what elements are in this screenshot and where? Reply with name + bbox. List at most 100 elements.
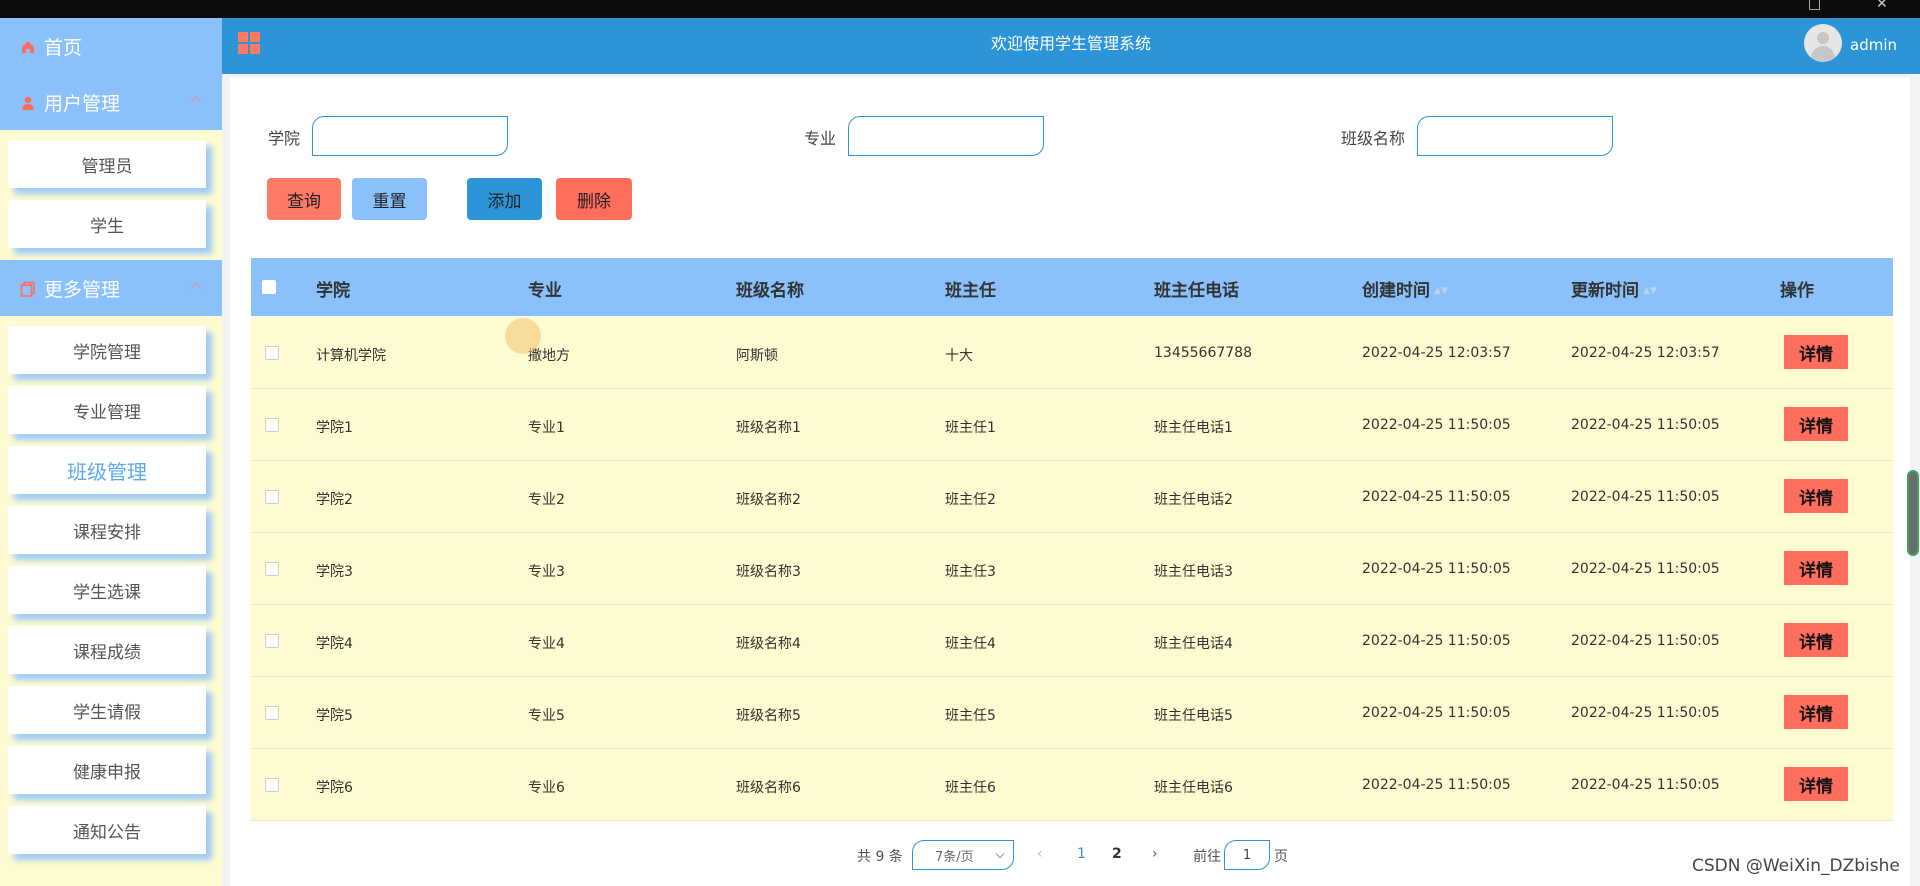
sidebar-home[interactable]: 首页 — [0, 18, 222, 74]
avatar[interactable] — [1804, 24, 1842, 62]
total-count: 共 9 条 — [857, 849, 903, 865]
class-name-cell: 班级名称6 — [736, 780, 801, 796]
page-1[interactable]: 1 — [1077, 846, 1086, 862]
detail-button[interactable]: 详情 — [1784, 623, 1848, 657]
column-header-label: 创建时间 — [1362, 281, 1430, 301]
search-button[interactable]: 查询 — [267, 178, 341, 220]
sidebar-item-admin[interactable]: 管理员 — [8, 140, 206, 188]
updated-time-cell: 2022-04-25 11:50:05 — [1571, 489, 1720, 505]
table-row: 计算机学院 撒地方 阿斯顿 十大 13455667788 2022-04-25 12:03… — [251, 317, 1893, 389]
sidebar-group-user-management[interactable]: 用户管理 — [0, 74, 222, 130]
delete-button[interactable]: 删除 — [556, 178, 632, 220]
major-filter-label: 专业 — [804, 129, 837, 148]
column-header: 班主任 — [945, 281, 996, 301]
detail-button[interactable]: 详情 — [1784, 479, 1848, 513]
detail-button[interactable]: 详情 — [1784, 551, 1848, 585]
chevron-left-icon[interactable]: ‹ — [1037, 846, 1043, 862]
sidebar-item-notice[interactable]: 通知公告 — [8, 806, 206, 854]
teacher-phone-cell: 班主任电话1 — [1154, 420, 1233, 436]
row-checkbox[interactable] — [265, 490, 279, 504]
teacher-phone-cell: 班主任电话3 — [1154, 564, 1233, 580]
college-cell: 学院4 — [316, 636, 353, 652]
row-checkbox[interactable] — [265, 706, 279, 720]
chevron-up-icon — [190, 282, 202, 294]
created-time-cell: 2022-04-25 12:03:57 — [1362, 345, 1511, 361]
sidebar-item-leave[interactable]: 学生请假 — [8, 686, 206, 734]
teacher-cell: 班主任2 — [945, 492, 996, 508]
table-header: 学院 专业 班级名称 班主任 班主任电话 创建时间 ▲▼ 更新时间 ▲▼ 操作 — [251, 258, 1893, 316]
user-icon — [20, 94, 36, 110]
college-input[interactable] — [312, 116, 508, 156]
created-time-cell: 2022-04-25 11:50:05 — [1362, 633, 1511, 649]
teacher-phone-cell: 班主任电话4 — [1154, 636, 1233, 652]
scrollbar-thumb[interactable] — [1907, 470, 1919, 556]
detail-button[interactable]: 详情 — [1784, 407, 1848, 441]
row-checkbox[interactable] — [265, 778, 279, 792]
updated-time-cell: 2022-04-25 11:50:05 — [1571, 561, 1720, 577]
class-name-cell: 阿斯顿 — [736, 348, 778, 364]
major-cell: 专业1 — [528, 420, 565, 436]
page-size-select[interactable]: 7条/页 — [912, 840, 1014, 870]
column-header: 专业 — [528, 281, 562, 301]
column-header: 操作 — [1780, 281, 1814, 301]
sidebar-item-health[interactable]: 健康申报 — [8, 746, 206, 794]
major-cell: 专业6 — [528, 780, 565, 796]
column-header-updated[interactable]: 更新时间 ▲▼ — [1571, 276, 1657, 301]
column-header-label: 更新时间 — [1571, 281, 1639, 301]
created-time-cell: 2022-04-25 11:50:05 — [1362, 489, 1511, 505]
restore-icon[interactable]: □ — [1808, 0, 1821, 11]
created-time-cell: 2022-04-25 11:50:05 — [1362, 417, 1511, 433]
updated-time-cell: 2022-04-25 11:50:05 — [1571, 633, 1720, 649]
row-checkbox[interactable] — [265, 346, 279, 360]
detail-button[interactable]: 详情 — [1784, 767, 1848, 801]
goto-label: 前往 — [1193, 849, 1221, 865]
username[interactable]: admin — [1850, 36, 1897, 54]
sidebar-item-college[interactable]: 学院管理 — [8, 326, 206, 374]
column-header-created[interactable]: 创建时间 ▲▼ — [1362, 276, 1448, 301]
table-row: 学院4 专业4 班级名称4 班主任4 班主任电话4 2022-04-25 11:50:05… — [251, 605, 1893, 677]
page-2[interactable]: 2 — [1112, 846, 1122, 862]
class-name-cell: 班级名称4 — [736, 636, 801, 652]
sidebar-item-class[interactable]: 班级管理 — [8, 446, 206, 494]
sidebar-item-major[interactable]: 专业管理 — [8, 386, 206, 434]
sidebar-item-student[interactable]: 学生 — [8, 200, 206, 248]
major-cell: 专业2 — [528, 492, 565, 508]
row-checkbox[interactable] — [265, 418, 279, 432]
row-checkbox[interactable] — [265, 562, 279, 576]
college-filter-label: 学院 — [268, 129, 301, 148]
sidebar-item-course-schedule[interactable]: 课程安排 — [8, 506, 206, 554]
updated-time-cell: 2022-04-25 11:50:05 — [1571, 417, 1720, 433]
detail-button[interactable]: 详情 — [1784, 335, 1848, 369]
sidebar-item-course-selection[interactable]: 学生选课 — [8, 566, 206, 614]
sort-icon[interactable]: ▲▼ — [1434, 286, 1448, 296]
chevron-up-icon — [190, 96, 202, 108]
college-cell: 学院3 — [316, 564, 353, 580]
cursor-highlight — [505, 318, 541, 354]
class-name-cell: 班级名称2 — [736, 492, 801, 508]
goto-page-input[interactable]: 1 — [1224, 840, 1270, 870]
major-cell: 专业3 — [528, 564, 565, 580]
college-cell: 学院5 — [316, 708, 353, 724]
page-title: 欢迎使用学生管理系统 — [990, 34, 1151, 53]
row-checkbox[interactable] — [265, 634, 279, 648]
teacher-phone-cell: 班主任电话6 — [1154, 780, 1233, 796]
add-button[interactable]: 添加 — [467, 178, 542, 220]
major-input[interactable] — [848, 116, 1044, 156]
detail-button[interactable]: 详情 — [1784, 695, 1848, 729]
teacher-phone-cell: 班主任电话2 — [1154, 492, 1233, 508]
chevron-right-icon[interactable]: › — [1152, 846, 1158, 862]
teacher-phone-cell: 班主任电话5 — [1154, 708, 1233, 724]
sidebar-group-more-management[interactable]: 更多管理 — [0, 260, 222, 316]
close-icon[interactable]: ✕ — [1876, 0, 1888, 11]
sidebar-home-label: 首页 — [44, 36, 83, 59]
sidebar-group-label: 更多管理 — [44, 278, 121, 301]
sort-icon[interactable]: ▲▼ — [1643, 286, 1657, 296]
sidebar-item-grades[interactable]: 课程成绩 — [8, 626, 206, 674]
reset-button[interactable]: 重置 — [352, 178, 427, 220]
teacher-cell: 班主任1 — [945, 420, 996, 436]
college-cell: 计算机学院 — [316, 348, 386, 364]
class-name-input[interactable] — [1417, 116, 1613, 156]
select-all-checkbox[interactable] — [262, 280, 276, 294]
menu-grid-icon[interactable] — [238, 32, 260, 54]
teacher-cell: 班主任6 — [945, 780, 996, 796]
